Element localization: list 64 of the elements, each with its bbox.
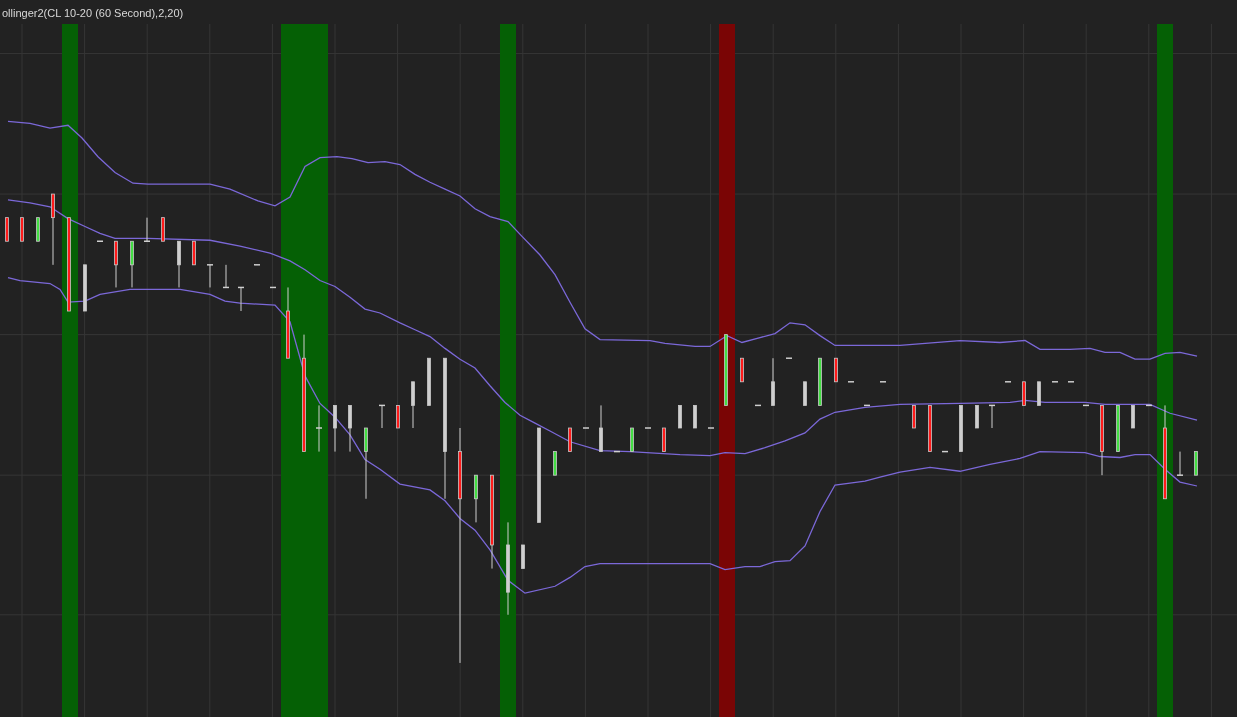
candlestick [348, 404, 352, 453]
candlestick [1116, 404, 1120, 453]
candlestick [662, 427, 666, 453]
candlestick [114, 240, 118, 288]
candlestick [975, 404, 979, 429]
candlestick [941, 450, 949, 453]
candlestick [1145, 404, 1153, 407]
candlestick [1100, 404, 1104, 476]
candlestick [693, 404, 697, 429]
candlestick [315, 404, 323, 453]
candlestick [192, 240, 196, 266]
candlestick [599, 404, 603, 453]
candlestick [740, 357, 744, 383]
candlestick [1022, 381, 1026, 406]
candlestick [96, 240, 104, 242]
candlestick [206, 264, 214, 288]
candlestick [396, 404, 400, 429]
candlestick [912, 404, 916, 429]
candlestick [754, 404, 762, 407]
candlestick [879, 381, 887, 383]
candlestick [427, 357, 431, 406]
candlestick [177, 240, 181, 288]
candlestick [644, 427, 652, 429]
candlestick [411, 381, 415, 429]
candlestick [724, 334, 728, 406]
candlestick [269, 286, 277, 289]
candlestick [771, 357, 775, 406]
candlestick [1082, 404, 1090, 407]
candlestick [630, 427, 634, 453]
candlestick [253, 264, 261, 266]
candlestick [5, 217, 9, 242]
candlestick [582, 427, 590, 429]
candlestick [222, 264, 230, 289]
candlestick [928, 404, 932, 453]
candlestick [83, 264, 87, 312]
candlestick [678, 404, 682, 429]
candlestick [568, 427, 572, 453]
candlestick [818, 357, 822, 406]
candlestick [834, 357, 838, 383]
candlestick [143, 217, 151, 242]
candlestick [553, 451, 557, 476]
candlestick [707, 427, 715, 429]
candlestick [847, 381, 855, 383]
candlestick [36, 217, 40, 242]
candlestick [803, 381, 807, 406]
candlestick [1037, 381, 1041, 406]
candlestick [988, 404, 996, 429]
indicator-label: ollinger2(CL 10-20 (60 Second),2,20) [1, 7, 184, 19]
candlestick [378, 404, 386, 429]
candlestick [161, 217, 165, 242]
candlestick [237, 286, 245, 312]
candlestick [333, 404, 337, 453]
candlestick [474, 474, 478, 523]
candlestick [521, 544, 525, 570]
candlestick [959, 404, 963, 453]
candlestick [1176, 451, 1184, 476]
candlestick [20, 217, 24, 242]
candlestick [130, 240, 134, 288]
candlestick [863, 404, 871, 407]
candlestick [1004, 381, 1012, 383]
candlestick [613, 450, 621, 453]
candlestick [785, 357, 793, 359]
candlestick [1131, 404, 1135, 429]
candlestick [1194, 451, 1198, 476]
